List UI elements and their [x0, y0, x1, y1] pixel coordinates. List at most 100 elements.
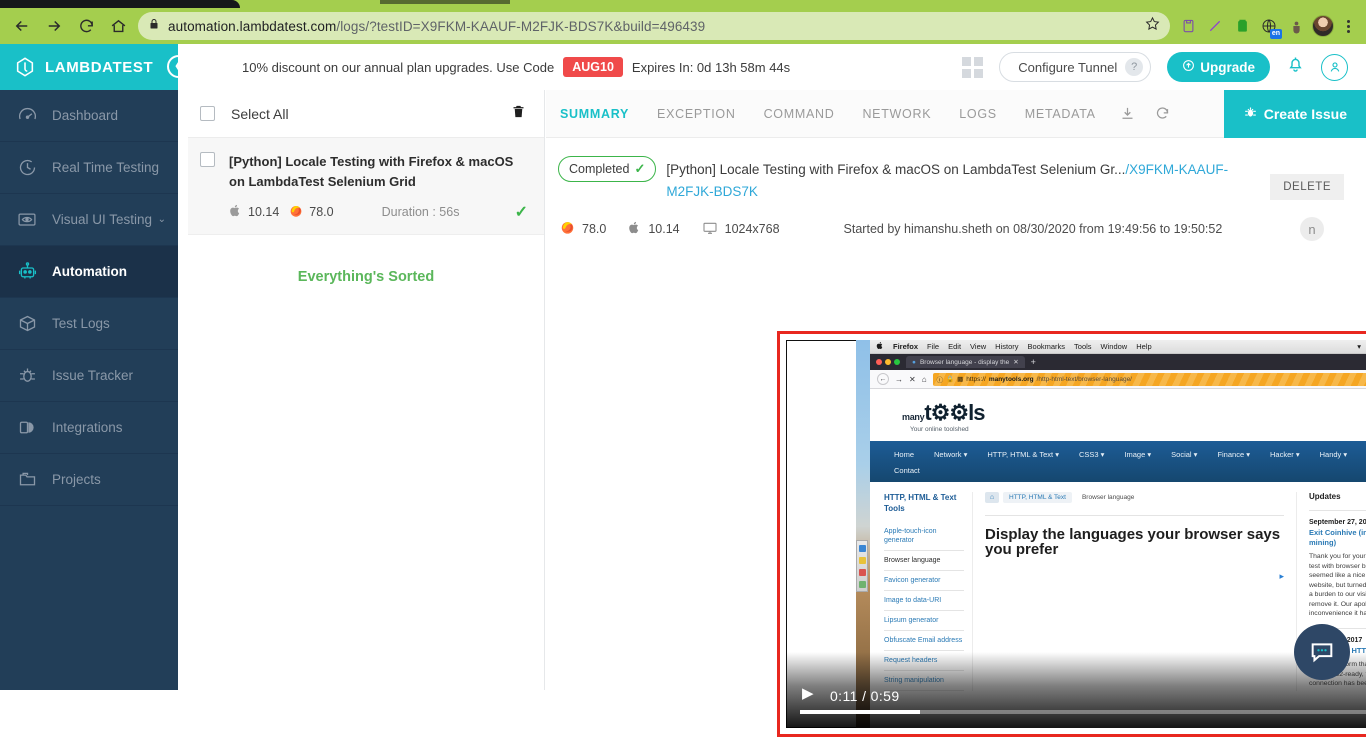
list-item[interactable]: Favicon generator [884, 571, 964, 591]
nav-home[interactable]: Home [884, 450, 924, 459]
manytools-logo-icon[interactable]: manyt⚙⚙ls Your online toolshed [902, 402, 985, 434]
breadcrumb-item[interactable]: HTTP, HTML & Text [1003, 492, 1072, 503]
nav-css3[interactable]: CSS3 ▾ [1069, 450, 1114, 459]
tracking-icon: ▩ [957, 376, 964, 383]
list-item[interactable]: Obfuscate Email address [884, 631, 964, 651]
translate-extension-icon[interactable]: en [1257, 14, 1282, 39]
resolution-value: 1024x768 [724, 222, 780, 236]
video-progress-bar[interactable] [800, 710, 1366, 714]
help-icon[interactable]: ? [1125, 58, 1144, 76]
home-icon[interactable] [102, 10, 134, 42]
upgrade-label: Upgrade [1200, 59, 1255, 75]
back-arrow-icon[interactable]: ← [877, 373, 889, 385]
nav-contact[interactable]: Contact [884, 466, 930, 475]
mac-menu-bookmarks[interactable]: Bookmarks [1028, 342, 1066, 351]
nav-hacker[interactable]: Hacker ▾ [1260, 450, 1310, 459]
mac-menu-history[interactable]: History [995, 342, 1018, 351]
user-account-icon[interactable] [1321, 53, 1348, 81]
apple-menu-icon [876, 341, 884, 352]
list-item[interactable]: Image to data-URI [884, 591, 964, 611]
home-icon[interactable]: ⌂ [922, 375, 927, 384]
tab-exception[interactable]: EXCEPTION [643, 90, 750, 138]
os-info: 10.14 [628, 220, 680, 238]
app-grid-icon[interactable] [962, 56, 984, 78]
mac-menu-window[interactable]: Window [1101, 342, 1128, 351]
refresh-icon[interactable] [1145, 90, 1180, 138]
play-icon[interactable]: ▶ [802, 684, 814, 702]
tab-summary[interactable]: SUMMARY [546, 90, 643, 138]
stop-icon[interactable]: ✕ [909, 375, 916, 384]
close-icon[interactable]: ✕ [1013, 358, 1018, 366]
configure-tunnel-button[interactable]: Configure Tunnel ? [999, 52, 1152, 82]
list-item[interactable]: Browser language [884, 551, 964, 571]
nav-http-html-text[interactable]: HTTP, HTML & Text ▾ [977, 450, 1069, 459]
sidebar-item-issue-tracker[interactable]: Issue Tracker [0, 350, 178, 402]
list-item[interactable]: Apple-touch-icon generator [884, 522, 964, 551]
notification-bell-icon[interactable] [1286, 55, 1305, 79]
list-item[interactable]: Lipsum generator [884, 611, 964, 631]
test-row-body: [Python] Locale Testing with Firefox & m… [229, 152, 528, 222]
download-icon[interactable] [1110, 90, 1145, 138]
brand-header[interactable]: LAMBDATEST ❮ [0, 44, 190, 90]
sidebar-item-test-logs[interactable]: Test Logs [0, 298, 178, 350]
trash-icon[interactable] [511, 103, 526, 125]
sidebar-item-integrations[interactable]: Integrations [0, 402, 178, 454]
pen-extension-icon[interactable] [1203, 14, 1227, 38]
mac-menu-help[interactable]: Help [1136, 342, 1151, 351]
table-row[interactable]: [Python] Locale Testing with Firefox & m… [188, 138, 544, 235]
nav-handy[interactable]: Handy ▾ [1310, 450, 1358, 459]
sidebar-item-label: Integrations [52, 420, 123, 435]
delete-button[interactable]: DELETE [1270, 174, 1344, 200]
address-bar[interactable]: automation.lambdatest.com/logs/?testID=X… [138, 12, 1170, 40]
sidebar-item-dashboard[interactable]: Dashboard [0, 90, 178, 142]
ad-choices-icon[interactable]: ▸ [985, 571, 1284, 582]
avatar[interactable] [1311, 14, 1335, 38]
folder-icon [15, 468, 39, 492]
site-tagline: Your online toolshed [910, 426, 969, 433]
sidebar-item-projects[interactable]: Projects [0, 454, 178, 506]
chat-bubble-icon[interactable] [1294, 624, 1350, 680]
forward-arrow-icon[interactable] [38, 10, 70, 42]
sidebar-item-real-time-testing[interactable]: Real Time Testing [0, 142, 178, 194]
mac-menu-tools[interactable]: Tools [1074, 342, 1092, 351]
check-icon: ✓ [634, 161, 646, 176]
firefox-address-bar[interactable]: ⓘ 🔒 ▩ https://manytools.org/http-html-te… [932, 372, 1366, 386]
extension-icon[interactable] [1176, 14, 1200, 38]
tab-metadata[interactable]: METADATA [1011, 90, 1110, 138]
bookmark-star-icon[interactable] [1145, 16, 1160, 36]
sidebar-item-visual-ui-testing[interactable]: Visual UI Testing ⌄ [0, 194, 178, 246]
select-all-checkbox[interactable] [200, 106, 215, 121]
reload-icon[interactable] [70, 10, 102, 42]
browser-tabstrip[interactable] [0, 0, 1366, 8]
nav-network[interactable]: Network ▾ [924, 450, 977, 459]
test-row-checkbox[interactable] [200, 152, 215, 167]
tab-network[interactable]: NETWORK [848, 90, 945, 138]
tab-logs[interactable]: LOGS [945, 90, 1011, 138]
home-icon[interactable]: ⌂ [985, 492, 999, 503]
chrome-menu-icon[interactable] [1338, 19, 1358, 33]
tab-command[interactable]: COMMAND [750, 90, 849, 138]
create-issue-button[interactable]: Create Issue [1223, 90, 1366, 138]
video-frame[interactable]: Firefox File Edit View History Bookmarks… [786, 340, 1366, 728]
back-arrow-icon[interactable] [6, 10, 38, 42]
update-title[interactable]: Exit Coinhive (in-browser bitcoin mining… [1309, 528, 1366, 547]
test-list-header: Select All [188, 90, 544, 138]
window-controls[interactable] [876, 359, 900, 365]
mac-menu-app[interactable]: Firefox [893, 342, 918, 351]
recorder-extension-icon[interactable] [1230, 14, 1254, 38]
upgrade-button[interactable]: Upgrade [1167, 52, 1270, 82]
mac-menu-file[interactable]: File [927, 342, 939, 351]
chevron-down-icon[interactable]: ⌄ [158, 214, 166, 225]
plus-icon[interactable]: + [1031, 357, 1036, 367]
sidebar-item-automation[interactable]: Automation [0, 246, 178, 298]
forward-arrow-icon[interactable]: → [895, 375, 903, 384]
firefox-icon [560, 220, 575, 238]
browser-tab[interactable]: ● Browser language - display the ✕ [906, 356, 1025, 368]
adblock-extension-icon[interactable] [1284, 14, 1308, 38]
mac-menu-edit[interactable]: Edit [948, 342, 961, 351]
nav-social[interactable]: Social ▾ [1161, 450, 1207, 459]
mac-menu-view[interactable]: View [970, 342, 986, 351]
nav-image[interactable]: Image ▾ [1114, 450, 1161, 459]
video-player[interactable]: Firefox File Edit View History Bookmarks… [777, 331, 1366, 737]
nav-finance[interactable]: Finance ▾ [1207, 450, 1260, 459]
